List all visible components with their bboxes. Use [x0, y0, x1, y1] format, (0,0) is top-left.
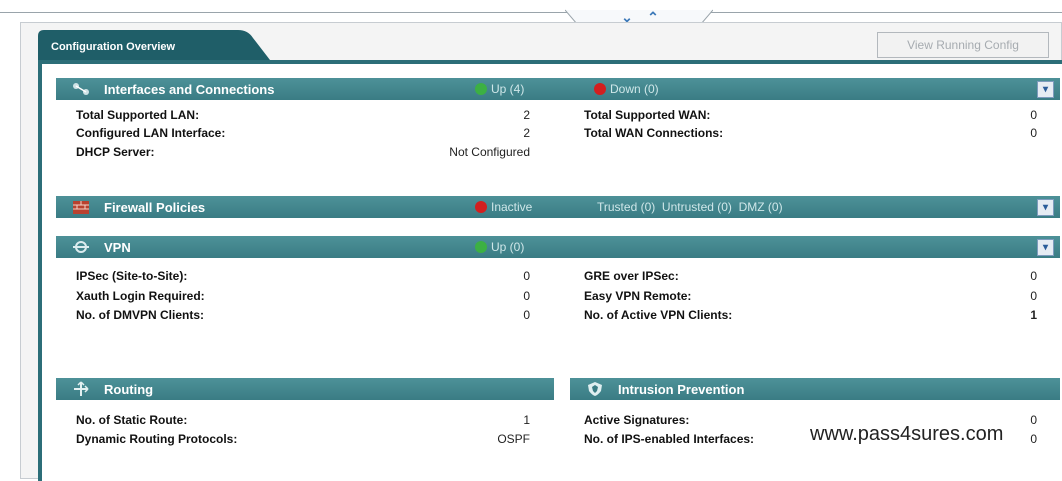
- xauth-label: Xauth Login Required:: [76, 289, 205, 303]
- interfaces-down-status: Down (0): [594, 82, 659, 96]
- ips-title: Intrusion Prevention: [618, 382, 745, 397]
- watermark: www.pass4sures.com: [810, 423, 1004, 445]
- chevron-down-icon[interactable]: ▾: [1037, 81, 1054, 98]
- tab-label: Configuration Overview: [51, 41, 176, 53]
- active-signatures-label: Active Signatures:: [584, 413, 690, 427]
- up-icon: [475, 241, 487, 253]
- dmvpn-value: 0: [523, 308, 530, 322]
- dhcp-server-value: Not Configured: [449, 145, 530, 159]
- vpn-title: VPN: [104, 240, 131, 255]
- interfaces-title: Interfaces and Connections: [104, 82, 275, 97]
- lan-configured-value: 2: [523, 126, 530, 140]
- firewall-icon: [73, 201, 89, 214]
- interfaces-up-label: Up (4): [491, 82, 525, 96]
- ipsec-value: 0: [523, 269, 530, 283]
- wan-supported-value: 0: [1030, 108, 1037, 122]
- wan-connections-value: 0: [1030, 126, 1037, 140]
- view-running-config-button[interactable]: View Running Config: [877, 32, 1049, 58]
- firewall-title: Firewall Policies: [104, 200, 206, 215]
- interfaces-up-status: Up (4): [475, 82, 524, 96]
- top-border: [0, 0, 1062, 13]
- routing-section-header[interactable]: Routing: [56, 378, 554, 400]
- ips-section-header[interactable]: Intrusion Prevention: [570, 378, 1060, 400]
- inactive-icon: [475, 201, 487, 213]
- active-vpn-value: 1: [1030, 308, 1037, 322]
- interfaces-section-header[interactable]: Interfaces and Connections Up (4) Down (…: [56, 78, 1060, 100]
- wan-supported-label: Total Supported WAN:: [584, 108, 711, 122]
- wan-connections-label: Total WAN Connections:: [584, 126, 724, 140]
- firewall-zones: Trusted (0) Untrusted (0) DMZ (0): [597, 200, 783, 214]
- overview-content: Interfaces and Connections Up (4) Down (…: [38, 60, 1062, 481]
- vpn-icon: [73, 241, 89, 253]
- static-route-label: No. of Static Route:: [76, 413, 188, 427]
- lan-supported-label: Total Supported LAN:: [76, 108, 200, 122]
- gre-label: GRE over IPSec:: [584, 269, 679, 283]
- shield-icon: [588, 382, 602, 396]
- easy-vpn-value: 0: [1030, 289, 1037, 303]
- xauth-value: 0: [523, 289, 530, 303]
- routing-title: Routing: [104, 382, 154, 397]
- active-vpn-label: No. of Active VPN Clients:: [584, 308, 733, 322]
- firewall-status-label: Inactive: [491, 200, 533, 214]
- ips-interfaces-label: No. of IPS-enabled Interfaces:: [584, 432, 755, 446]
- tab-configuration-overview[interactable]: Configuration Overview: [38, 30, 270, 60]
- firewall-status: Inactive: [475, 200, 532, 214]
- vpn-section-header[interactable]: VPN Up (0) ▾: [56, 236, 1060, 258]
- easy-vpn-label: Easy VPN Remote:: [584, 289, 692, 303]
- chevron-down-icon[interactable]: ▾: [1037, 199, 1054, 216]
- down-icon: [594, 83, 606, 95]
- routing-icon: [74, 381, 89, 396]
- up-icon: [475, 83, 487, 95]
- interfaces-down-label: Down (0): [610, 82, 659, 96]
- chevron-down-icon[interactable]: ▾: [1037, 239, 1054, 256]
- dynamic-routing-value: OSPF: [497, 432, 530, 446]
- vpn-up-label: Up (0): [491, 240, 525, 254]
- gre-value: 0: [1030, 269, 1037, 283]
- lan-configured-label: Configured LAN Interface:: [76, 126, 226, 140]
- ipsec-label: IPSec (Site-to-Site):: [76, 269, 188, 283]
- static-route-value: 1: [523, 413, 530, 427]
- vpn-up-status: Up (0): [475, 240, 524, 254]
- firewall-section-header[interactable]: Firewall Policies Inactive Trusted (0) U…: [56, 196, 1060, 218]
- dmvpn-label: No. of DMVPN Clients:: [76, 308, 204, 322]
- dhcp-server-label: DHCP Server:: [76, 145, 155, 159]
- lan-supported-value: 2: [523, 108, 530, 122]
- interfaces-icon: [73, 83, 89, 95]
- dynamic-routing-label: Dynamic Routing Protocols:: [76, 432, 238, 446]
